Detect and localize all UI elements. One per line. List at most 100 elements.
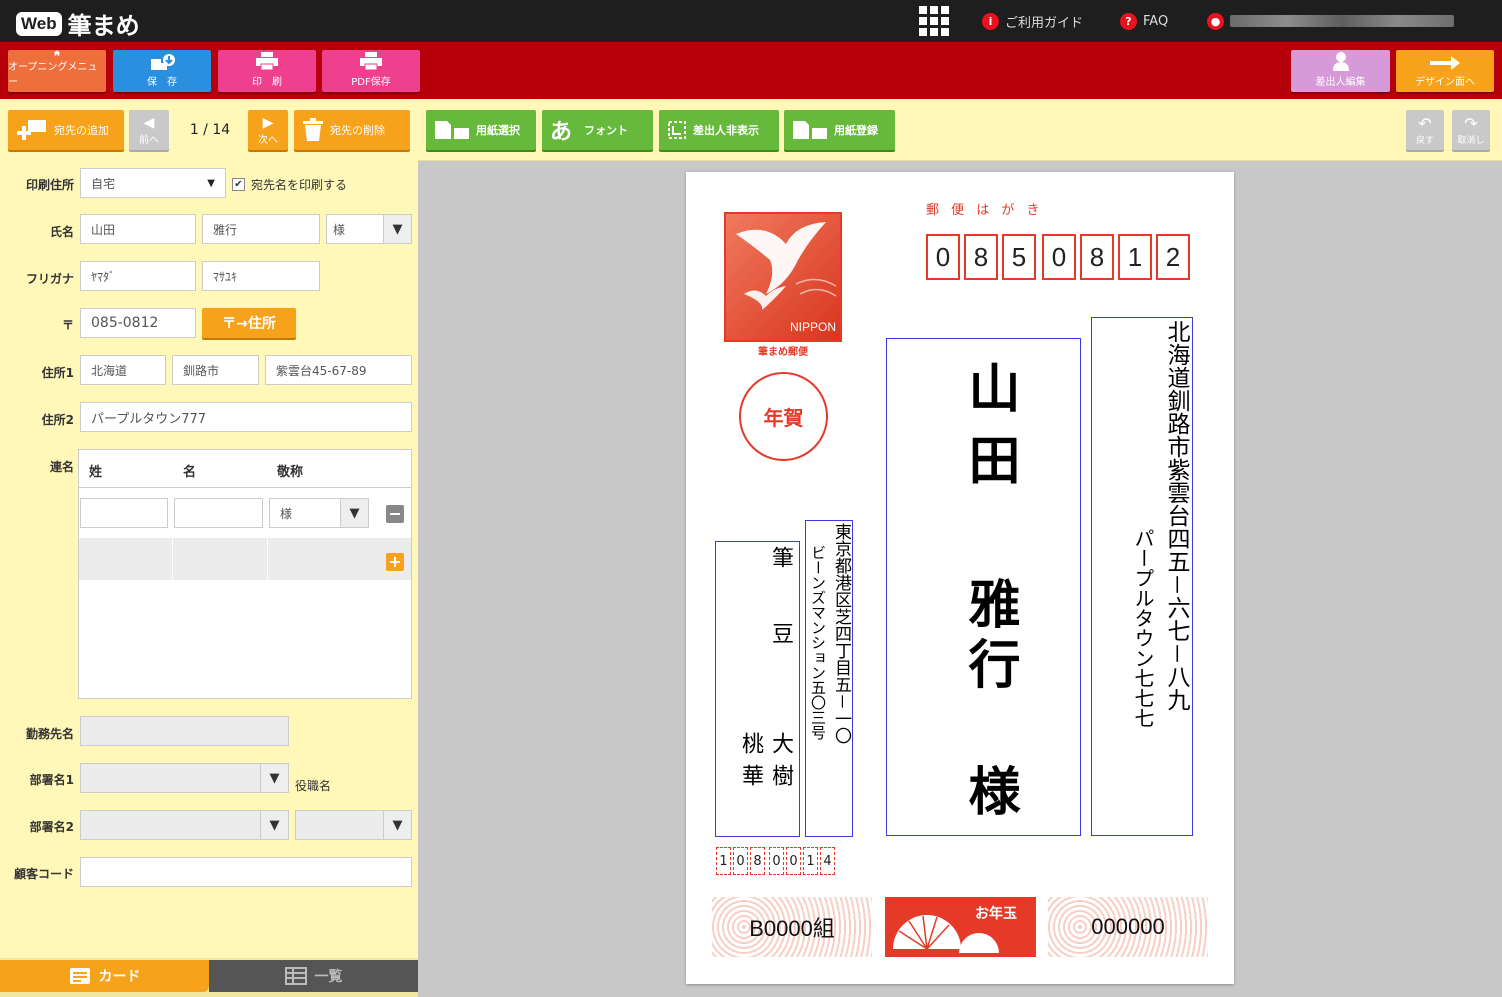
- last-kana-input[interactable]: ﾔﾏﾀﾞ: [80, 261, 196, 291]
- otoshidama-label: お年玉: [975, 906, 1017, 922]
- app-logo[interactable]: Web 筆まめ: [16, 6, 140, 41]
- honorific-select[interactable]: 様 ▼: [326, 214, 412, 244]
- prev-label: 前へ: [139, 134, 159, 146]
- prev-button[interactable]: ◀ 前へ: [129, 110, 169, 150]
- joint-honorific-select[interactable]: 様 ▼: [269, 498, 369, 528]
- zip-digit: 1: [1118, 234, 1152, 280]
- guide-label: ご利用ガイド: [1005, 15, 1084, 31]
- sender-given-name-2: 桃華: [738, 732, 763, 796]
- stamp-label: NIPPON: [789, 320, 836, 334]
- person-icon: [1332, 52, 1349, 71]
- nenga-mark: 年賀: [739, 372, 828, 461]
- paper-select-button[interactable]: 用紙選択: [426, 110, 536, 150]
- lottery-number-box: 000000: [1048, 897, 1208, 957]
- logo-name: 筆まめ: [67, 12, 140, 40]
- apps-grid-icon[interactable]: [919, 0, 949, 42]
- hide-sender-button[interactable]: 差出人非表示: [659, 110, 779, 150]
- print-address-select[interactable]: 自宅 ▼: [80, 168, 226, 198]
- joint-empty-row: [79, 538, 411, 580]
- postcard-header: 郵 便 は が き: [926, 203, 1044, 218]
- font-button[interactable]: あ フォント: [542, 110, 653, 150]
- faq-link[interactable]: ? FAQ: [1120, 0, 1168, 42]
- user-account[interactable]: ●: [1207, 0, 1454, 42]
- prefecture-input[interactable]: 北海道: [80, 355, 166, 385]
- remove-joint-icon[interactable]: [386, 505, 404, 523]
- name-label: 氏名: [49, 225, 74, 239]
- redo-button[interactable]: ↷ 取消し: [1452, 110, 1490, 150]
- guide-link[interactable]: i ご利用ガイド: [982, 0, 1083, 42]
- pdf-save-button[interactable]: PDF保存: [322, 50, 420, 92]
- tab-card[interactable]: カード: [0, 960, 209, 992]
- dropdown-arrow-icon: ▼: [260, 811, 288, 839]
- first-kana-input[interactable]: ﾏｻﾕｷ: [202, 261, 320, 291]
- print-name-checkbox[interactable]: ✔: [232, 178, 245, 191]
- next-button[interactable]: ▶ 次へ: [248, 110, 288, 150]
- dropdown-arrow-icon: ▼: [383, 215, 411, 243]
- recipient-zip-boxes: 0 8 5 0 8 1 2: [926, 234, 1190, 280]
- paper-register-button[interactable]: 用紙登録: [784, 110, 895, 150]
- recipient-name-box[interactable]: 山田 雅行 様: [886, 338, 1081, 836]
- zip-input[interactable]: 085-0812: [80, 308, 196, 338]
- dept1-select[interactable]: ▼: [80, 763, 289, 793]
- sender-given-name-1: 大樹: [768, 732, 793, 796]
- recipient-last-name: 山田: [959, 361, 1020, 505]
- print-name-option[interactable]: ✔ 宛先名を印刷する: [232, 176, 347, 193]
- print-button[interactable]: 印 刷: [218, 50, 316, 92]
- opening-menu-button[interactable]: オープニングメニュー: [8, 50, 106, 92]
- dropdown-arrow-icon: ▼: [207, 177, 215, 189]
- dropdown-arrow-icon: ▼: [260, 764, 288, 792]
- company-label: 勤務先名: [25, 727, 74, 741]
- opening-menu-label: オープニングメニュー: [8, 62, 98, 88]
- cloud-save-icon: [151, 54, 175, 70]
- joint-first-input[interactable]: [174, 498, 263, 528]
- sender-zip-digit: 0: [769, 847, 784, 875]
- lottery-number: 000000: [1091, 914, 1165, 939]
- paper-select-label: 用紙選択: [476, 124, 520, 137]
- title-select[interactable]: ▼: [295, 810, 412, 840]
- page-counter: 1 / 14: [189, 122, 231, 138]
- joint-last-input[interactable]: [80, 498, 168, 528]
- zip-to-address-button[interactable]: 〒→住所: [202, 308, 296, 338]
- sender-name-box[interactable]: 筆 豆 大樹 桃華: [715, 541, 800, 837]
- first-name-input[interactable]: 雅行: [202, 214, 320, 244]
- recipient-address-box[interactable]: 北海道釧路市紫雲台四五－六七－八九 パープルタウン七七七: [1091, 317, 1193, 836]
- zip-digit: 0: [1042, 234, 1076, 280]
- sender-edit-label: 差出人編集: [1315, 77, 1366, 88]
- tab-list-label: 一覧: [314, 969, 343, 985]
- sender-address-box[interactable]: 東京都港区芝四丁目五－一〇 ビーンズマンション五〇三号: [805, 520, 853, 837]
- recipient-first-name: 雅行: [959, 577, 1020, 697]
- last-name-input[interactable]: 山田: [80, 214, 196, 244]
- delete-recipient-button[interactable]: 宛先の削除: [294, 110, 410, 150]
- dept2-label: 部署名2: [29, 820, 74, 834]
- add-joint-icon[interactable]: +: [386, 553, 404, 571]
- zip-digit: 0: [926, 234, 960, 280]
- dept2-select[interactable]: ▼: [80, 810, 289, 840]
- design-side-button[interactable]: デザイン面へ: [1396, 50, 1494, 92]
- sender-edit-button[interactable]: 差出人編集: [1291, 50, 1390, 92]
- card-icon: [69, 968, 90, 984]
- company-input[interactable]: [80, 716, 289, 746]
- dropdown-arrow-icon: ▼: [340, 499, 368, 527]
- undo-button[interactable]: ↶ 戻す: [1406, 110, 1444, 150]
- table-icon: [284, 967, 307, 985]
- street-input[interactable]: 紫雲台45-67-89: [265, 355, 412, 385]
- sender-zip-digit: 8: [750, 847, 765, 875]
- hide-sender-icon: [668, 121, 686, 139]
- dept1-label: 部署名1: [29, 773, 74, 787]
- redo-label: 取消し: [1457, 136, 1485, 146]
- joint-name-table: 姓 名 敬称 様 ▼ +: [78, 449, 412, 699]
- address2-input[interactable]: パープルタウン777: [80, 402, 412, 432]
- add-recipient-button[interactable]: 宛先の追加: [8, 110, 124, 150]
- font-glyph-icon: あ: [550, 120, 573, 145]
- col-last: 姓: [89, 465, 103, 480]
- register-paper-icon: [793, 121, 827, 139]
- hide-sender-label: 差出人非表示: [693, 124, 759, 137]
- city-input[interactable]: 釧路市: [172, 355, 259, 385]
- redo-icon: ↷: [1464, 114, 1478, 133]
- customer-code-input[interactable]: [80, 857, 412, 887]
- joint-name-label: 連名: [49, 460, 74, 474]
- col-first: 名: [183, 465, 197, 480]
- save-button[interactable]: 保 存: [113, 50, 211, 92]
- sender-zip-digit: 1: [803, 847, 818, 875]
- tab-list[interactable]: 一覧: [209, 960, 418, 992]
